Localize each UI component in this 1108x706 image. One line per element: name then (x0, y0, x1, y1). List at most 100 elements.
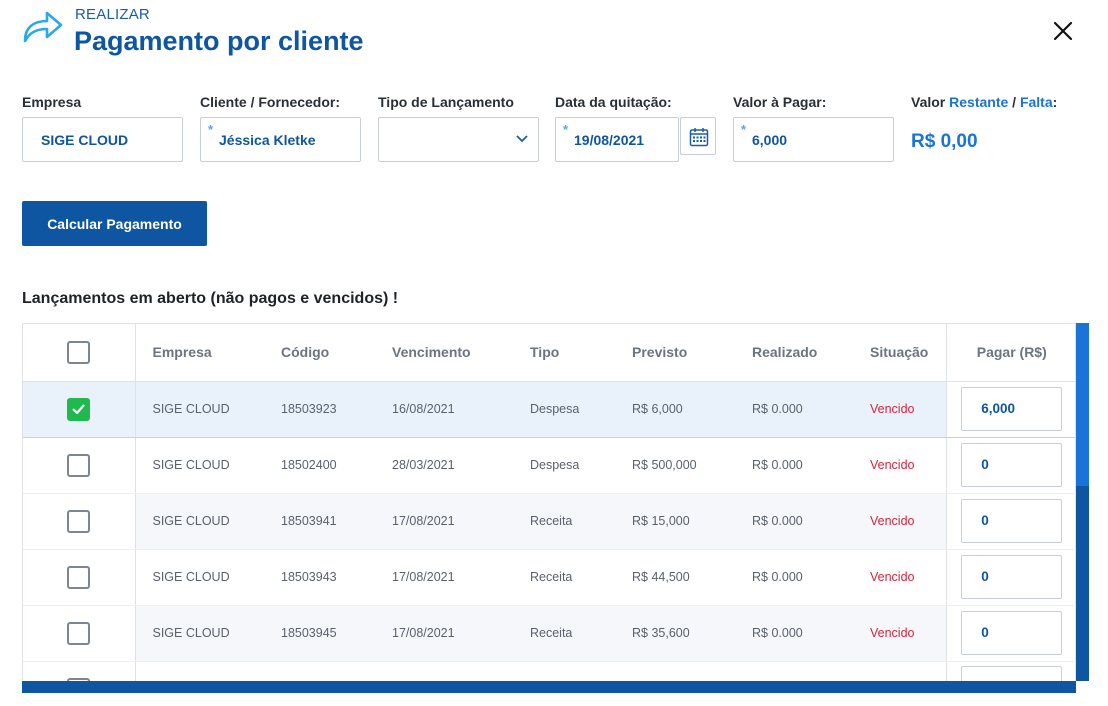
column-header[interactable]: Previsto (615, 324, 735, 382)
vertical-scrollbar-thumb[interactable] (1076, 323, 1089, 486)
cell-previsto: R$ 6,000 (615, 380, 735, 438)
row-checkbox[interactable] (67, 621, 91, 645)
table-row[interactable]: SIGE CLOUD 18502400 28/03/2021 Despesa R… (23, 437, 1075, 494)
restante-label: Valor Restante / Falta: (911, 94, 1057, 110)
cliente-field[interactable]: * Jéssica Kletke (200, 117, 361, 162)
cell-vencimento: 17/08/2021 (375, 493, 513, 550)
chevron-down-icon (516, 135, 528, 143)
page-pretitle: REALIZAR (75, 6, 150, 23)
section-title: Lançamentos em aberto (não pagos e venci… (22, 290, 399, 307)
required-mark: * (208, 122, 214, 137)
cell-pagar: 0 (945, 493, 1075, 550)
column-header[interactable]: Empresa (135, 324, 264, 382)
table-row[interactable]: SIGE CLOUD 18503943 17/08/2021 Receita R… (23, 549, 1075, 606)
cell-empresa: SIGE CLOUD (135, 549, 264, 606)
checkmark-icon (72, 403, 86, 414)
cell-pagar: 6,000 (945, 380, 1075, 438)
tipo-label: Tipo de Lançamento (378, 94, 514, 110)
column-header[interactable]: Código (264, 324, 375, 382)
pagar-input[interactable]: 0 (961, 499, 1063, 543)
restante-label-prefix: Valor (911, 94, 950, 110)
restante-value: R$ 0,00 (911, 131, 978, 152)
select-all-cell (23, 324, 136, 382)
required-mark: * (741, 122, 747, 137)
pagar-input[interactable]: 0 (961, 555, 1063, 599)
cell-previsto: R$ 15,000 (615, 493, 735, 550)
data-label: Data da quitação: (555, 94, 672, 110)
table-row[interactable]: SIGE CLOUD 18503945 17/08/2021 Receita R… (23, 605, 1075, 662)
restante-label-falta: Falta (1019, 94, 1053, 110)
cell-codigo: 18502400 (264, 437, 375, 494)
row-select-cell (23, 437, 136, 494)
cell-tipo: Receita (513, 549, 615, 606)
cell-previsto: R$ 44,500 (615, 549, 735, 606)
column-header[interactable]: Vencimento (375, 324, 513, 382)
cell-situacao: Vencido (853, 437, 946, 494)
cell-situacao: Vencido (853, 605, 946, 662)
empresa-field[interactable]: SIGE CLOUD (22, 117, 183, 162)
data-quitacao-value: 19/08/2021 (574, 132, 645, 148)
tipo-select[interactable] (378, 117, 539, 162)
column-header[interactable]: Pagar (R$) (945, 324, 1075, 382)
cliente-value: Jéssica Kletke (219, 132, 316, 148)
cell-previsto: R$ 500,000 (615, 437, 735, 494)
cell-tipo: Despesa (513, 380, 615, 438)
cell-codigo: 18503941 (264, 493, 375, 550)
row-select-cell (23, 549, 136, 606)
empresa-label: Empresa (22, 94, 82, 110)
cell-vencimento: 16/08/2021 (375, 380, 513, 438)
cell-empresa: SIGE CLOUD (135, 437, 264, 494)
cell-empresa: SIGE CLOUD (135, 493, 264, 550)
table-row[interactable]: SIGE CLOUD 18503941 17/08/2021 Receita R… (23, 493, 1075, 550)
select-all-checkbox[interactable] (67, 340, 91, 364)
horizontal-scrollbar[interactable] (22, 681, 1076, 693)
cell-pagar: 0 (945, 437, 1075, 494)
share-arrow-icon (23, 11, 63, 43)
restante-label-suffix: : (1052, 94, 1058, 110)
row-checkbox[interactable] (67, 397, 91, 421)
restante-label-restante: Restante (949, 94, 1009, 110)
row-checkbox[interactable] (67, 453, 91, 477)
empresa-value: SIGE CLOUD (41, 132, 129, 148)
cell-codigo: 18503945 (264, 605, 375, 662)
calendar-icon (689, 128, 709, 147)
cell-realizado: R$ 0.000 (735, 605, 853, 662)
cell-previsto: R$ 35,600 (615, 605, 735, 662)
valor-pagar-value: 6,000 (752, 132, 788, 148)
cell-vencimento: 28/03/2021 (375, 437, 513, 494)
data-quitacao-field[interactable]: * 19/08/2021 (555, 117, 679, 162)
cell-vencimento: 17/08/2021 (375, 605, 513, 662)
column-header[interactable]: Realizado (735, 324, 853, 382)
valor-label: Valor à Pagar: (733, 94, 827, 110)
row-checkbox[interactable] (67, 565, 91, 589)
valor-pagar-field[interactable]: * 6,000 (733, 117, 894, 162)
cell-situacao: Vencido (853, 380, 946, 438)
cell-realizado: R$ 0.000 (735, 380, 853, 438)
column-header[interactable]: Tipo (513, 324, 615, 382)
cell-codigo: 18503943 (264, 549, 375, 606)
pagar-input[interactable]: 0 (961, 611, 1063, 655)
row-checkbox[interactable] (67, 509, 91, 533)
cell-vencimento: 17/08/2021 (375, 549, 513, 606)
row-select-cell (23, 493, 136, 550)
table-header-row: Empresa Código Vencimento Tipo Previsto … (23, 324, 1075, 382)
cell-empresa: SIGE CLOUD (135, 380, 264, 438)
calendar-button[interactable] (680, 117, 716, 155)
table-row[interactable]: SIGE CLOUD 18503923 16/08/2021 Despesa R… (23, 380, 1075, 438)
column-header[interactable]: Situação (853, 324, 946, 382)
cell-tipo: Receita (513, 493, 615, 550)
cell-realizado: R$ 0.000 (735, 493, 853, 550)
cell-situacao: Vencido (853, 493, 946, 550)
cell-realizado: R$ 0.000 (735, 437, 853, 494)
cell-tipo: Receita (513, 605, 615, 662)
close-icon[interactable] (1050, 18, 1076, 44)
pagar-input[interactable]: 6,000 (961, 387, 1063, 431)
lancamentos-table: Empresa Código Vencimento Tipo Previsto … (22, 323, 1076, 693)
cell-realizado: R$ 0.000 (735, 549, 853, 606)
cell-codigo: 18503923 (264, 380, 375, 438)
pagar-input[interactable]: 0 (961, 443, 1063, 487)
cliente-label: Cliente / Fornecedor: (200, 94, 341, 110)
calcular-pagamento-button[interactable]: Calcular Pagamento (22, 201, 207, 246)
cell-empresa: SIGE CLOUD (135, 605, 264, 662)
cell-pagar: 0 (945, 605, 1075, 662)
